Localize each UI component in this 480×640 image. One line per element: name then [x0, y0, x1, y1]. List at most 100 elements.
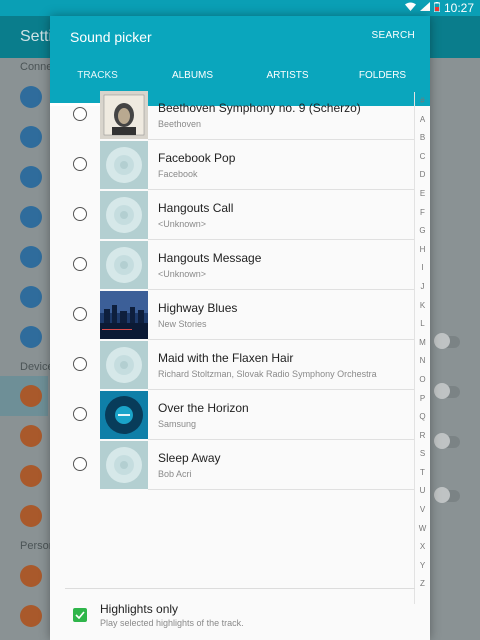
track-row[interactable]: Sleep Away Bob Acri — [50, 440, 415, 490]
index-letter[interactable]: I — [415, 259, 430, 278]
track-title: Highway Blues — [158, 301, 238, 315]
index-letter[interactable]: N — [415, 352, 430, 371]
track-row[interactable]: Hangouts Message <Unknown> — [50, 240, 415, 290]
index-letter[interactable]: Z — [415, 575, 430, 594]
sound-picker-dialog: Sound picker SEARCH TRACKS ALBUMS ARTIST… — [50, 16, 430, 640]
index-letter[interactable]: E — [415, 185, 430, 204]
clock: 10:27 — [443, 1, 474, 15]
signal-icon — [419, 2, 430, 14]
index-letter[interactable]: D — [415, 166, 430, 185]
alphabet-index[interactable]: # A B C D E F G H I J K L M N O P Q R S … — [414, 92, 430, 604]
index-letter[interactable]: F — [415, 204, 430, 223]
index-letter[interactable]: C — [415, 148, 430, 167]
index-letter[interactable]: B — [415, 129, 430, 148]
track-title: Sleep Away — [158, 451, 221, 465]
data-usage-setting-icon — [20, 246, 42, 268]
track-title: Beethoven Symphony no. 9 (Scherzo) — [158, 101, 361, 115]
apps-setting-icon — [20, 505, 42, 527]
index-letter[interactable]: S — [415, 445, 430, 464]
default-album-art-disc-icon — [100, 441, 148, 489]
track-artist: Samsung — [158, 419, 197, 429]
album-art-city — [100, 291, 148, 339]
index-letter[interactable]: K — [415, 297, 430, 316]
index-letter[interactable]: V — [415, 501, 430, 520]
track-radio[interactable] — [73, 157, 87, 171]
track-radio[interactable] — [73, 307, 87, 321]
track-artist: Richard Stoltzman, Slovak Radio Symphony… — [158, 369, 377, 379]
track-artist: New Stories — [158, 319, 207, 329]
row-divider — [148, 489, 415, 490]
index-letter[interactable]: R — [415, 427, 430, 446]
track-artist: Facebook — [158, 169, 198, 179]
index-letter[interactable]: J — [415, 278, 430, 297]
track-text: Sleep Away Bob Acri — [158, 451, 415, 479]
track-text: Facebook Pop Facebook — [158, 151, 415, 179]
tab-tracks-label: TRACKS — [77, 70, 118, 81]
index-letter[interactable]: T — [415, 464, 430, 483]
default-album-art-disc-icon — [100, 241, 148, 289]
track-radio[interactable] — [73, 357, 87, 371]
default-album-art-disc-icon — [100, 141, 148, 189]
toggle-4 — [434, 487, 460, 503]
index-letter[interactable]: M — [415, 334, 430, 353]
track-row[interactable]: Over the Horizon Samsung — [50, 390, 415, 440]
section-label-device: Device — [20, 361, 54, 373]
wifi-setting-icon — [20, 86, 42, 108]
more-networks-setting-icon — [20, 326, 42, 348]
highlights-checkbox[interactable] — [73, 608, 87, 622]
battery-icon — [433, 1, 441, 15]
index-letter[interactable]: X — [415, 538, 430, 557]
album-art-horizon — [100, 391, 148, 439]
checkmark-icon — [75, 611, 85, 619]
index-letter[interactable]: H — [415, 241, 430, 260]
track-radio[interactable] — [73, 257, 87, 271]
track-text: Highway Blues New Stories — [158, 301, 415, 329]
index-letter[interactable]: O — [415, 371, 430, 390]
sound-setting-icon — [20, 385, 42, 407]
track-text: Over the Horizon Samsung — [158, 401, 415, 429]
index-letter[interactable]: # — [415, 92, 430, 111]
airplane-setting-icon — [20, 166, 42, 188]
toggle-2 — [434, 383, 460, 399]
display-setting-icon — [20, 425, 42, 447]
nfc-setting-icon — [20, 286, 42, 308]
track-radio[interactable] — [73, 207, 87, 221]
index-letter[interactable]: A — [415, 111, 430, 130]
bluetooth-setting-icon — [20, 126, 42, 148]
track-text: Hangouts Call <Unknown> — [158, 201, 415, 229]
settings-title: Setti — [20, 28, 53, 45]
track-row[interactable]: Facebook Pop Facebook — [50, 140, 415, 190]
track-row[interactable]: Hangouts Call <Unknown> — [50, 190, 415, 240]
tab-folders-label: FOLDERS — [358, 70, 407, 81]
track-row[interactable]: Highway Blues New Stories — [50, 290, 415, 340]
track-row[interactable]: Beethoven Symphony no. 9 (Scherzo) Beeth… — [50, 90, 415, 140]
track-radio[interactable] — [73, 457, 87, 471]
track-text: Hangouts Message <Unknown> — [158, 251, 415, 279]
track-title: Facebook Pop — [158, 151, 236, 165]
index-letter[interactable]: L — [415, 315, 430, 334]
index-letter[interactable]: U — [415, 482, 430, 501]
track-title: Hangouts Message — [158, 251, 262, 265]
track-radio[interactable] — [73, 107, 87, 121]
footer-divider — [65, 588, 415, 589]
lock-screen-setting-icon — [20, 605, 42, 627]
index-letter[interactable]: Q — [415, 408, 430, 427]
notification-setting-icon — [20, 465, 42, 487]
track-artist: <Unknown> — [158, 219, 207, 229]
album-art-portrait — [100, 91, 148, 139]
index-letter[interactable]: G — [415, 222, 430, 241]
index-letter[interactable]: P — [415, 390, 430, 409]
search-button[interactable]: SEARCH — [372, 30, 415, 41]
track-text: Maid with the Flaxen Hair Richard Stoltz… — [158, 351, 415, 379]
track-radio[interactable] — [73, 407, 87, 421]
status-icons: 10:27 — [404, 1, 474, 15]
toggle-1 — [434, 333, 460, 349]
track-row[interactable]: Maid with the Flaxen Hair Richard Stoltz… — [50, 340, 415, 390]
index-letter[interactable]: W — [415, 520, 430, 539]
track-text: Beethoven Symphony no. 9 (Scherzo) Beeth… — [158, 101, 415, 129]
highlights-label[interactable]: Highlights only — [100, 602, 178, 616]
track-title: Maid with the Flaxen Hair — [158, 351, 294, 365]
default-album-art-disc-icon — [100, 191, 148, 239]
toggle-3 — [434, 433, 460, 449]
index-letter[interactable]: Y — [415, 557, 430, 576]
